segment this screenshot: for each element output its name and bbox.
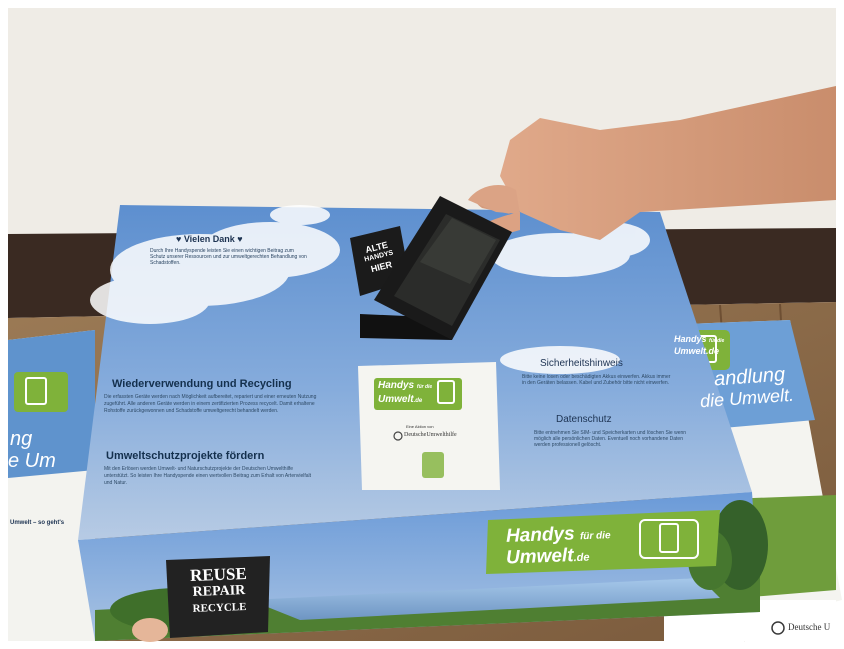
security-title: Sicherheitshinweis [540,358,623,369]
right-poster-brand-handys: Handys [674,334,707,344]
projects-title: Umweltschutzprojekte fördern [106,450,265,462]
card-supported-by: Eine Aktion von [406,424,434,429]
right-poster-brand1: Handys für die [674,334,724,344]
right-poster-brand-fuer-die: für die [709,338,725,344]
projects-text: Mit den Erlösen werden Umwelt- und Natur… [104,466,312,486]
card-brand-line1: Handys für die [378,380,432,391]
card-brand-fuer-die: für die [416,384,433,390]
reuse-title: Wiederverwendung und Recycling [112,378,292,390]
front-brand-line2: Umwelt.de [506,545,590,570]
sign-recycle: RECYCLE [192,601,247,615]
photo-svg [0,0,844,649]
reuse-sign-text: REUSE REPAIR RECYCLE [171,564,267,618]
card-brand-umwelt: Umwelt [378,394,414,405]
front-brand-fuer-die: für die [579,530,611,543]
card-brand-line2: Umwelt.de [378,394,422,405]
left-poster-subhead: Umwelt – so geht's [10,520,65,526]
left-poster-headline1: ng [10,428,33,450]
thanks-text: Durch Ihre Handyspende leisten Sie einen… [150,248,307,266]
front-brand-umwelt: Umwelt [505,545,574,569]
card-brand-de: .de [413,398,423,404]
thanks-title: ♥ Vielen Dank ♥ [176,234,243,244]
privacy-title: Datenschutz [556,414,612,425]
left-poster-headline2: e Um [8,450,56,472]
card-brand-handys: Handys [378,380,415,391]
right-poster-footer-org: Deutsche U [788,622,831,632]
card-org-name: DeutscheUmwelthilfe [404,432,457,438]
photo-scene: ♥ Vielen Dank ♥ Durch Ihre Handyspende l… [0,0,844,649]
security-text: Bitte keine losen oder beschädigten Akku… [522,374,671,386]
front-brand-handys: Handys [505,523,575,547]
right-poster-brand2: Umwelt.de [674,346,720,356]
reuse-text: Die erfassten Geräte werden nach Möglich… [104,394,317,414]
front-brand-de: .de [573,551,590,565]
front-brand-line1: Handys für die [506,522,611,548]
privacy-text: Bitte entnehmen Sie SIM- und Speicherkar… [534,430,687,448]
